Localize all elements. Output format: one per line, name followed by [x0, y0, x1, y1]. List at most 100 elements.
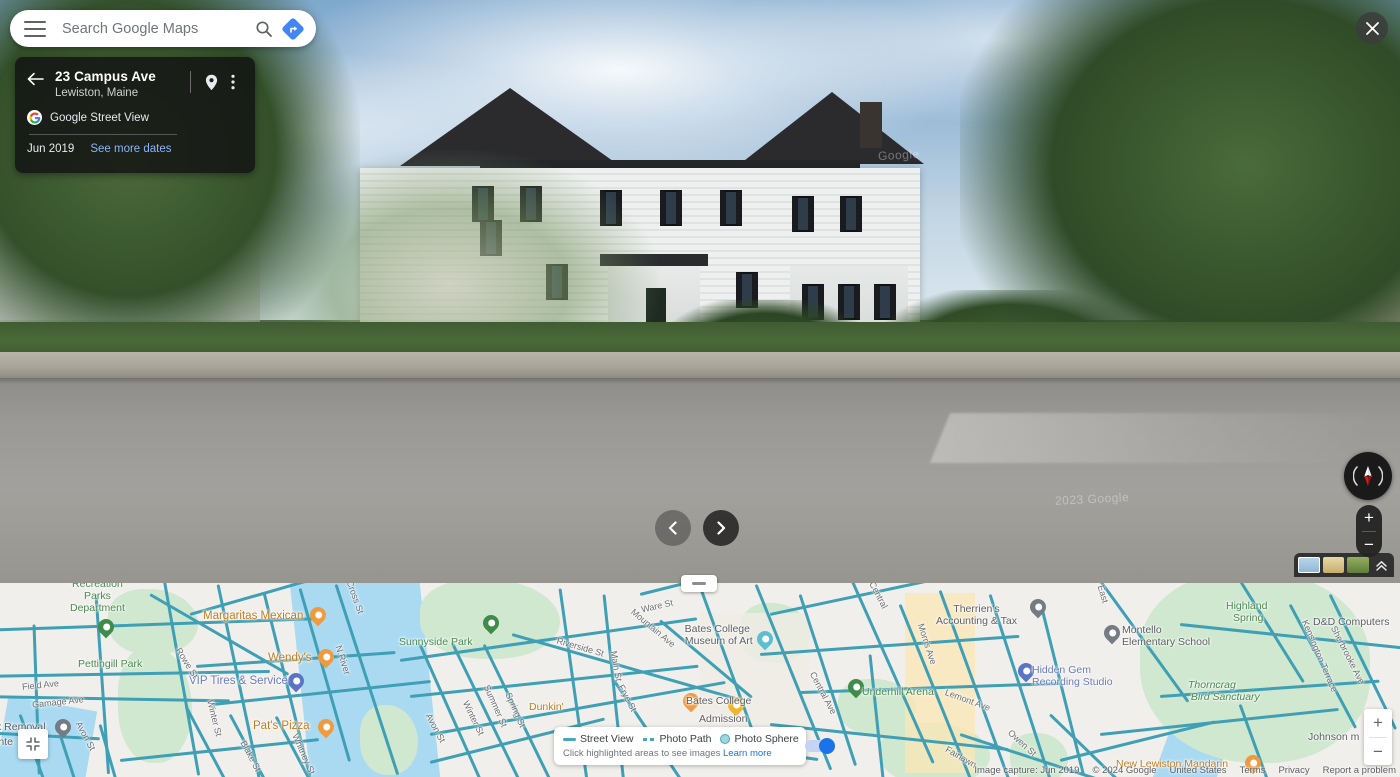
pano-next-button[interactable]: [703, 510, 739, 546]
legend-hint-row: Click highlighted areas to see images Le…: [563, 748, 799, 759]
map-pin-park[interactable]: [94, 615, 118, 640]
legend-item-photo-sphere: Photo Sphere: [720, 733, 799, 745]
see-more-dates-link[interactable]: See more dates: [90, 143, 171, 155]
legend-item-street-view: Street View: [563, 733, 634, 745]
map-pin-campus[interactable]: [724, 693, 748, 718]
location-pin-button[interactable]: [201, 71, 221, 93]
image-source-row: Google Street View: [27, 110, 243, 125]
google-maps-street-view-app: Google 2023 Google + − Search Google Map…: [0, 0, 1400, 777]
close-icon: [1365, 21, 1379, 35]
search-icon: [256, 20, 272, 37]
map-zoom-control: + −: [1364, 709, 1392, 765]
page-title: 23 Campus Ave: [55, 69, 156, 84]
crosswalk-markings: [929, 413, 1371, 463]
thumbnail-tan[interactable]: [1322, 557, 1345, 573]
map-fullscreen-button[interactable]: [18, 729, 48, 759]
photo-thumbnail-strip: [1294, 553, 1394, 577]
info-card-header: 23 Campus Ave Lewiston, Maine: [27, 69, 243, 99]
photo-path-line-icon: [642, 737, 656, 741]
map-street-label: Ware St: [640, 597, 674, 615]
directions-button[interactable]: [279, 17, 309, 41]
location-subtitle: Lewiston, Maine: [55, 87, 139, 99]
map-pin-store[interactable]: [284, 669, 308, 694]
search-bar: [10, 10, 316, 47]
map-pin-restaurant[interactable]: [306, 603, 330, 628]
location-pin-icon: [205, 74, 217, 90]
more-vertical-icon: [231, 74, 235, 90]
thumbnail-green[interactable]: [1347, 557, 1370, 573]
thumbnail-expand-button[interactable]: [1372, 559, 1390, 572]
hamburger-menu-icon[interactable]: [24, 20, 46, 37]
street-view-layer-toggle[interactable]: [804, 738, 835, 754]
info-card-actions: [190, 69, 243, 93]
thumbnail-sky[interactable]: [1298, 557, 1320, 573]
google-watermark: Google: [877, 146, 921, 164]
location-info-card: 23 Campus Ave Lewiston, Maine Google Str…: [15, 57, 255, 173]
window: [840, 196, 862, 232]
chevron-right-icon: [717, 521, 726, 535]
more-options-button[interactable]: [223, 71, 243, 93]
directions-icon: [282, 17, 304, 40]
map-zoom-in-button[interactable]: +: [1364, 709, 1392, 737]
search-button[interactable]: [249, 20, 279, 38]
image-capture-text: Image capture: Jun 2019: [974, 765, 1080, 776]
map-pin-business[interactable]: [51, 715, 75, 740]
legend-label: Photo Path: [659, 733, 712, 745]
map-attribution-bar: Image capture: Jun 2019 © 2024 Google Un…: [974, 765, 1396, 776]
terms-link[interactable]: Terms: [1240, 765, 1266, 776]
back-button[interactable]: [27, 69, 49, 91]
back-arrow-icon: [27, 72, 44, 86]
map-pin-museum[interactable]: [753, 627, 777, 652]
map-zoom-out-button[interactable]: −: [1364, 738, 1392, 766]
legend-item-photo-path: Photo Path: [642, 733, 712, 745]
privacy-link[interactable]: Privacy: [1278, 765, 1309, 776]
map-pin-park[interactable]: [844, 675, 868, 700]
capture-date-row: Jun 2019 See more dates: [27, 143, 243, 155]
park-area: [118, 647, 192, 763]
capture-date: Jun 2019: [27, 143, 75, 155]
map-road: [482, 643, 556, 777]
map-pin-restaurant[interactable]: [314, 715, 338, 740]
report-problem-link[interactable]: Report a problem: [1323, 765, 1396, 776]
learn-more-link[interactable]: Learn more: [723, 748, 772, 759]
map-street-label: Field Ave: [21, 678, 60, 692]
street-view-legend: Street View Photo Path Photo Sphere Clic…: [554, 727, 835, 765]
window: [720, 190, 742, 226]
toggle-switch[interactable]: [804, 738, 835, 754]
map-pin-restaurant[interactable]: [679, 689, 703, 714]
collapse-fullscreen-icon: [26, 737, 40, 751]
google-g-icon: [27, 110, 42, 125]
chevron-double-up-icon: [1375, 560, 1387, 571]
region-text: United States: [1169, 765, 1227, 776]
legend-items: Street View Photo Path Photo Sphere: [563, 733, 799, 745]
pano-zoom-in-button[interactable]: +: [1356, 505, 1382, 531]
legend-content: Street View Photo Path Photo Sphere Clic…: [563, 733, 799, 759]
close-street-view-button[interactable]: [1356, 12, 1388, 44]
legend-label: Street View: [580, 733, 634, 745]
divider: [29, 134, 177, 135]
legend-label: Photo Sphere: [734, 733, 799, 745]
window: [792, 196, 814, 232]
photo-sphere-circle-icon: [720, 734, 731, 744]
search-input[interactable]: [62, 20, 249, 37]
map-pin-school[interactable]: [1100, 621, 1124, 646]
map-pin-park[interactable]: [479, 611, 503, 636]
google-g-glyph: [29, 112, 40, 123]
map-pin-business[interactable]: [1026, 595, 1050, 620]
pano-zoom-control: + −: [1356, 505, 1382, 557]
sidewalk: [0, 352, 1400, 378]
map-pin-restaurant[interactable]: [314, 645, 338, 670]
image-source-label: Google Street View: [50, 111, 149, 124]
chimney: [860, 102, 882, 148]
legend-hint: Click highlighted areas to see images: [563, 748, 721, 759]
grass-strip: [0, 322, 1400, 352]
pano-prev-button[interactable]: [655, 510, 691, 546]
map-pin-store[interactable]: [1014, 659, 1038, 684]
compass-icon: [1353, 466, 1383, 486]
pano-map-splitter[interactable]: [681, 575, 717, 592]
divider: [190, 71, 191, 93]
street-view-line-icon: [563, 737, 576, 741]
window: [660, 190, 682, 226]
compass-control[interactable]: [1344, 452, 1392, 500]
pano-navigation-arrows: [655, 510, 739, 546]
